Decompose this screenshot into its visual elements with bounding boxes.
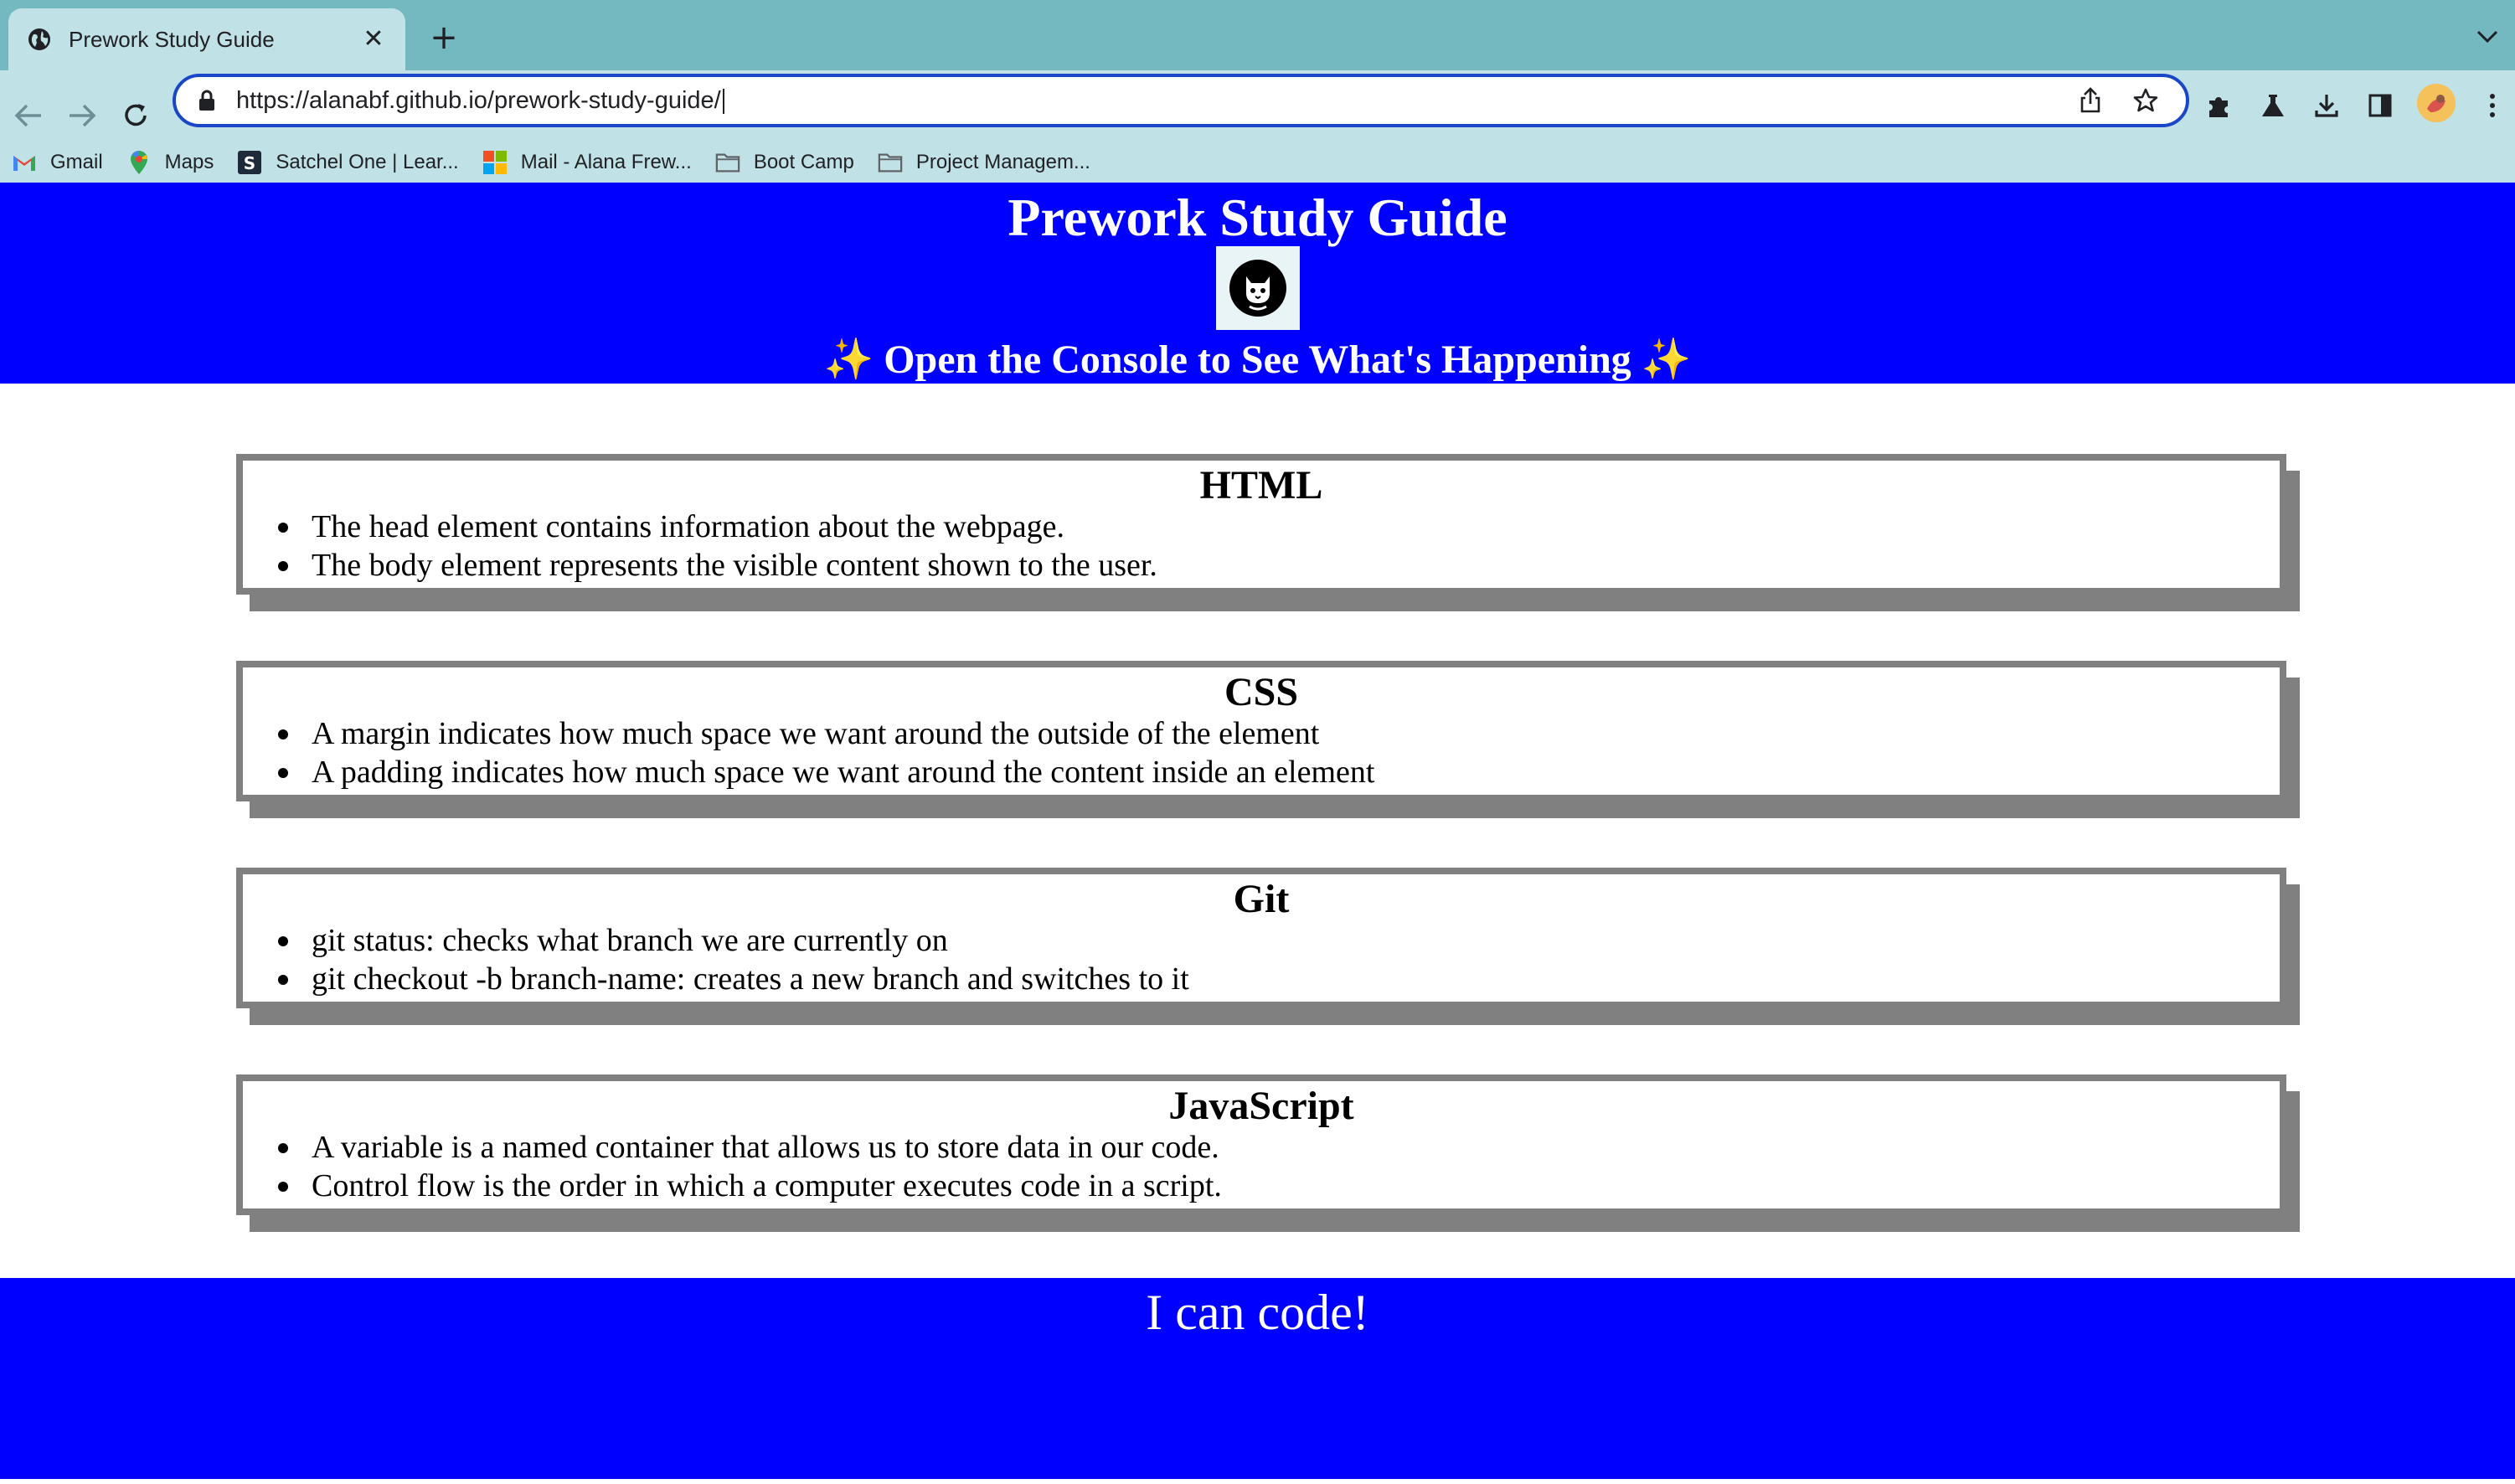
section-javascript: JavaScript A variable is a named contain… bbox=[236, 1074, 2286, 1215]
section-git: Git git status: checks what branch we ar… bbox=[236, 868, 2286, 1008]
tab-title: Prework Study Guide bbox=[69, 26, 275, 52]
profile-avatar[interactable] bbox=[2417, 84, 2456, 122]
list-item: The head element contains information ab… bbox=[278, 508, 2280, 546]
list-item: Control flow is the order in which a com… bbox=[278, 1167, 2280, 1205]
tab-strip: Prework Study Guide ✕ + bbox=[0, 0, 2515, 70]
section-heading: HTML bbox=[1199, 463, 1323, 508]
maps-icon bbox=[126, 150, 152, 175]
cat-logo-icon bbox=[1216, 246, 1300, 330]
section-list: A variable is a named container that all… bbox=[243, 1128, 2280, 1205]
list-item: A variable is a named container that all… bbox=[278, 1128, 2280, 1167]
svg-text:S: S bbox=[244, 153, 255, 173]
address-bar[interactable]: https://alanabf.github.io/prework-study-… bbox=[173, 74, 2189, 127]
section-html: HTML The head element contains informati… bbox=[236, 454, 2286, 595]
bookmark-gmail[interactable]: Gmail bbox=[0, 142, 115, 183]
bookmark-folder-boot-camp[interactable]: Boot Camp bbox=[703, 142, 866, 183]
bookmark-label: Boot Camp bbox=[753, 151, 854, 173]
tab-search-chevron-icon[interactable] bbox=[2471, 20, 2504, 54]
side-panel-icon[interactable] bbox=[2357, 82, 2404, 129]
bookmarks-bar: Gmail Maps S Satchel One | Lear... Mail … bbox=[0, 137, 2515, 188]
list-item: git checkout -b branch-name: creates a n… bbox=[278, 960, 2280, 998]
new-tab-icon[interactable]: + bbox=[423, 17, 465, 59]
share-icon[interactable] bbox=[2075, 85, 2105, 116]
extensions-puzzle-icon[interactable] bbox=[2196, 82, 2243, 129]
list-item: A margin indicates how much space we wan… bbox=[278, 714, 2280, 753]
bookmark-label: Mail - Alana Frew... bbox=[520, 151, 692, 173]
labs-flask-icon[interactable] bbox=[2250, 82, 2296, 129]
page-title: Prework Study Guide bbox=[1008, 188, 1507, 247]
section-css: CSS A margin indicates how much space we… bbox=[236, 661, 2286, 801]
download-icon[interactable] bbox=[2303, 82, 2350, 129]
section-list: A margin indicates how much space we wan… bbox=[243, 714, 2280, 791]
forward-arrow-icon[interactable] bbox=[59, 92, 106, 139]
bookmark-label: Project Managem... bbox=[915, 151, 1090, 173]
page-header: Prework Study Guide ✨ Open the Console t… bbox=[0, 183, 2515, 384]
tab-close-icon[interactable]: ✕ bbox=[357, 27, 390, 52]
section-heading: JavaScript bbox=[1168, 1084, 1354, 1128]
browser-toolbar: https://alanabf.github.io/prework-study-… bbox=[0, 70, 2515, 196]
footer-text: I can code! bbox=[1146, 1285, 1369, 1340]
bookmark-label: Gmail bbox=[50, 151, 103, 173]
kebab-menu-icon[interactable] bbox=[2469, 82, 2515, 129]
url-text[interactable]: https://alanabf.github.io/prework-study-… bbox=[236, 87, 2075, 115]
reload-icon[interactable] bbox=[112, 92, 159, 139]
section-list: git status: checks what branch we are cu… bbox=[243, 921, 2280, 998]
back-arrow-icon[interactable] bbox=[5, 92, 52, 139]
list-item: git status: checks what branch we are cu… bbox=[278, 921, 2280, 960]
lock-icon bbox=[199, 90, 214, 111]
list-item: A padding indicates how much space we wa… bbox=[278, 753, 2280, 791]
bookmark-star-icon[interactable] bbox=[2131, 85, 2161, 116]
folder-icon bbox=[715, 150, 740, 175]
section-heading: Git bbox=[1233, 877, 1290, 921]
section-heading: CSS bbox=[1224, 670, 1299, 714]
active-tab[interactable]: Prework Study Guide ✕ bbox=[8, 8, 405, 70]
gmail-icon bbox=[12, 150, 37, 175]
page-subtitle: ✨ Open the Console to See What's Happeni… bbox=[823, 338, 1692, 382]
globe-icon bbox=[28, 28, 50, 50]
list-item: The body element represents the visible … bbox=[278, 546, 2280, 585]
folder-icon bbox=[878, 150, 903, 175]
satchel-icon: S bbox=[237, 150, 262, 175]
bookmark-folder-project-management[interactable]: Project Managem... bbox=[866, 142, 1102, 183]
bookmark-label: Satchel One | Lear... bbox=[276, 151, 459, 173]
bookmark-mail[interactable]: Mail - Alana Frew... bbox=[471, 142, 703, 183]
bookmark-label: Maps bbox=[164, 151, 214, 173]
microsoft-icon bbox=[482, 150, 508, 175]
bookmark-maps[interactable]: Maps bbox=[115, 142, 226, 183]
page-footer: I can code! bbox=[0, 1278, 2515, 1479]
bookmark-satchel[interactable]: S Satchel One | Lear... bbox=[225, 142, 470, 183]
section-list: The head element contains information ab… bbox=[243, 508, 2280, 585]
